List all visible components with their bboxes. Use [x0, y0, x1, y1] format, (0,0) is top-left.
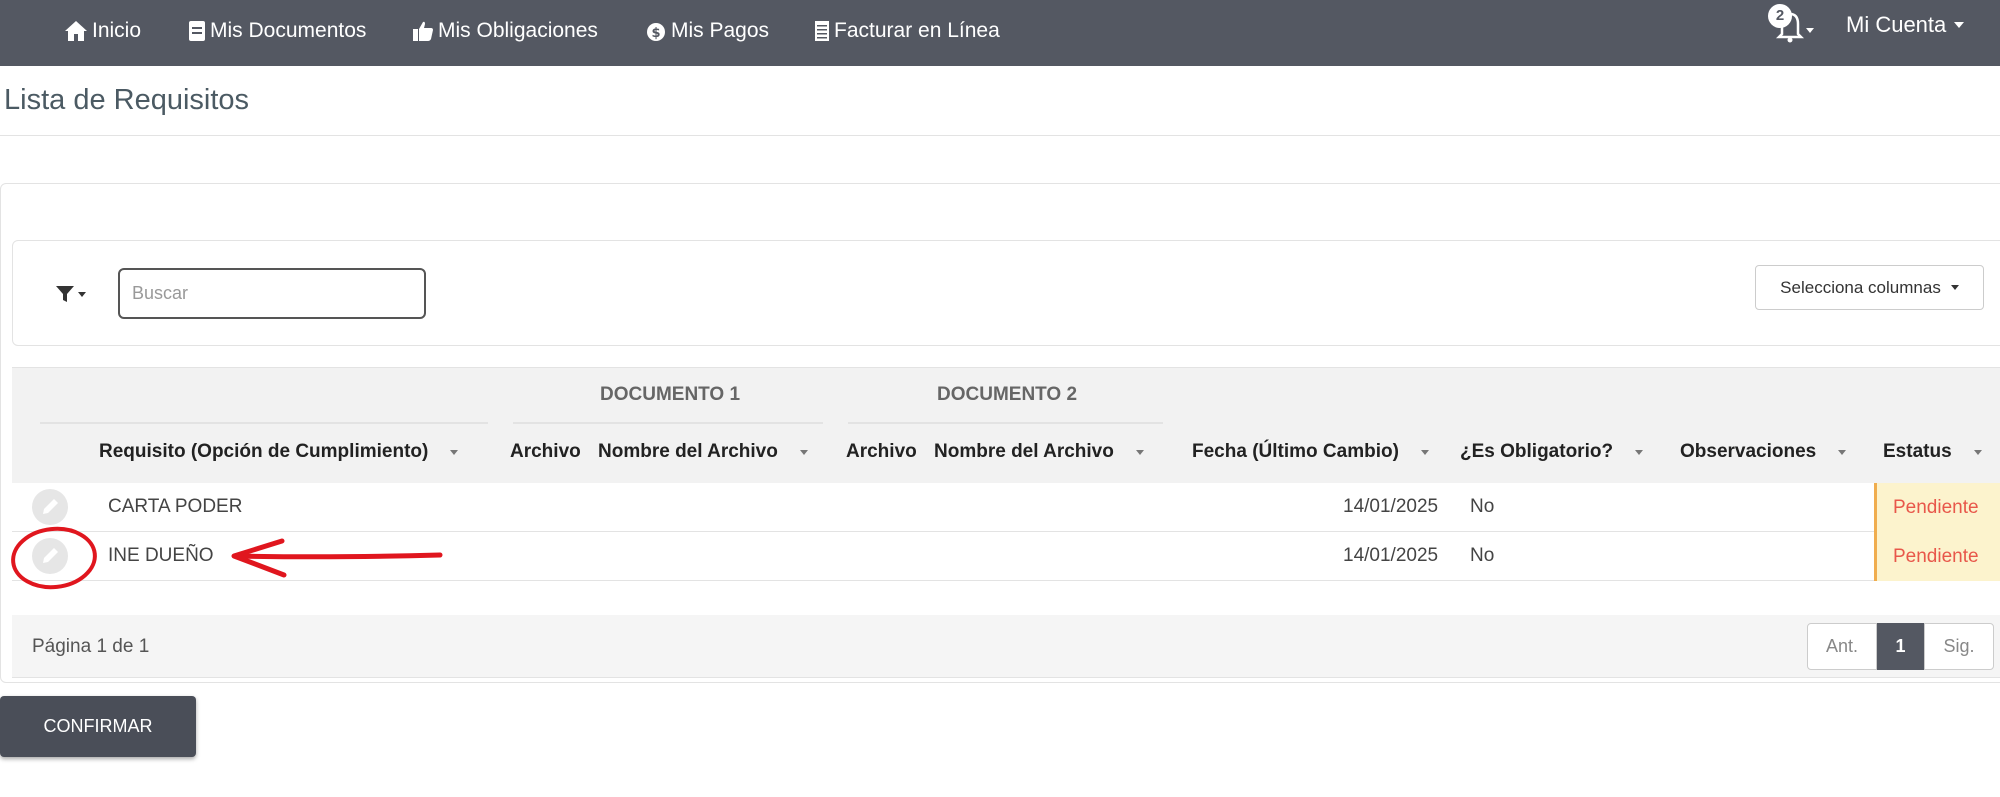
notification-badge: 2 [1768, 4, 1792, 28]
sort-icon [450, 449, 459, 455]
header-group-line [513, 422, 823, 424]
page-1-button[interactable]: 1 [1877, 623, 1924, 670]
status-badge: Pendiente [1874, 532, 2000, 581]
chevron-down-icon [78, 291, 86, 297]
nav-item-mis-obligaciones[interactable]: Mis Obligaciones [412, 16, 598, 46]
sort-icon [1135, 449, 1144, 455]
account-label: Mi Cuenta [1846, 12, 1947, 37]
cell-requisito: CARTA PODER [108, 496, 243, 517]
pagination: Ant. 1 Sig. [1807, 623, 1994, 670]
column-header-requisito[interactable]: Requisito (Opción de Cumplimiento) [99, 441, 459, 463]
header-group-line [848, 422, 1163, 424]
prev-page-button[interactable]: Ant. [1807, 623, 1877, 670]
home-icon [65, 21, 87, 41]
cell-requisito: INE DUEÑO [108, 545, 214, 566]
cell-obligatorio: No [1470, 545, 1495, 566]
table-toolbar: Selecciona columnas [12, 240, 2000, 346]
notifications-button[interactable]: 2 [1766, 4, 1816, 44]
column-header-nombre-archivo-2[interactable]: Nombre del Archivo [934, 441, 1144, 463]
search-input[interactable] [118, 268, 426, 319]
table-row: INE DUEÑO 14/01/2025 No Pendiente [12, 532, 2000, 581]
column-header-archivo-2: Archivo [846, 441, 917, 462]
nav-item-facturar[interactable]: Facturar en Línea [814, 16, 1000, 46]
top-navbar: Inicio Mis Documentos Mis Obligaciones $… [0, 0, 2000, 66]
status-badge: Pendiente [1874, 483, 2000, 532]
filter-button[interactable] [55, 279, 95, 309]
svg-text:$: $ [651, 26, 660, 41]
group-header-documento-2: DOCUMENTO 2 [937, 384, 1078, 405]
next-page-button[interactable]: Sig. [1924, 623, 1994, 670]
cell-obligatorio: No [1470, 496, 1495, 517]
chevron-down-icon [1950, 285, 1959, 290]
group-header-documento-1: DOCUMENTO 1 [600, 384, 741, 405]
edit-button[interactable] [32, 538, 68, 574]
sort-icon [1973, 449, 1982, 455]
account-menu[interactable]: Mi Cuenta [1846, 12, 1965, 38]
nav-label-mis-pagos: Mis Pagos [671, 19, 770, 42]
filter-icon [56, 286, 74, 302]
thumbs-up-icon [413, 21, 433, 41]
column-header-archivo-1: Archivo [510, 441, 581, 462]
sort-icon [1420, 449, 1429, 455]
cell-fecha: 14/01/2025 [1343, 545, 1439, 566]
confirm-button[interactable]: CONFIRMAR [0, 696, 196, 757]
nav-label-mis-obligaciones: Mis Obligaciones [438, 19, 598, 42]
divider [0, 135, 2000, 136]
cell-fecha: 14/01/2025 [1343, 496, 1439, 517]
receipt-icon [815, 21, 829, 41]
nav-item-inicio[interactable]: Inicio [64, 16, 141, 46]
edit-button[interactable] [32, 489, 68, 525]
sort-icon [1838, 449, 1847, 455]
column-header-estatus[interactable]: Estatus [1883, 441, 1982, 463]
header-group-line [40, 422, 488, 424]
page-title: Lista de Requisitos [4, 84, 250, 116]
pagination-info: Página 1 de 1 [32, 636, 150, 657]
select-columns-button[interactable]: Selecciona columnas [1755, 265, 1984, 310]
chevron-down-icon [1954, 22, 1965, 28]
select-columns-label: Selecciona columnas [1780, 277, 1941, 297]
sort-icon [1635, 449, 1644, 455]
nav-item-mis-pagos[interactable]: $ Mis Pagos [645, 16, 769, 46]
table-row: CARTA PODER 14/01/2025 No Pendiente [12, 483, 2000, 532]
pencil-icon [43, 499, 58, 514]
document-icon [189, 21, 205, 41]
nav-label-mis-documentos: Mis Documentos [210, 19, 367, 42]
money-bag-icon: $ [647, 23, 665, 41]
nav-item-mis-documentos[interactable]: Mis Documentos [188, 16, 366, 46]
pencil-icon [43, 548, 58, 563]
table-footer: Página 1 de 1 Ant. 1 Sig. [12, 615, 2000, 678]
column-header-nombre-archivo-1[interactable]: Nombre del Archivo [598, 441, 808, 463]
column-header-fecha[interactable]: Fecha (Último Cambio) [1192, 441, 1429, 463]
sort-icon [799, 449, 808, 455]
column-header-obligatorio[interactable]: ¿Es Obligatorio? [1460, 441, 1644, 463]
column-header-observaciones[interactable]: Observaciones [1680, 441, 1847, 463]
nav-label-inicio: Inicio [92, 19, 142, 42]
nav-label-facturar: Facturar en Línea [834, 19, 1000, 42]
